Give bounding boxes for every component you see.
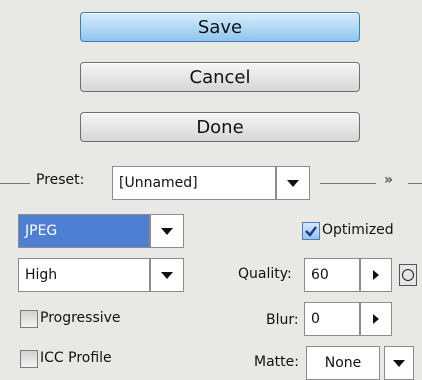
panel-menu-icon[interactable]: » bbox=[384, 172, 393, 188]
preset-divider-right-end bbox=[408, 183, 422, 184]
matte-value: None bbox=[324, 355, 362, 371]
mask-circle-icon bbox=[402, 269, 414, 281]
checkmark-icon bbox=[305, 226, 317, 237]
file-format-dropdown-button[interactable] bbox=[150, 214, 184, 248]
quality-value: 60 bbox=[311, 267, 329, 283]
done-button-label: Done bbox=[196, 116, 244, 138]
triangle-right-icon bbox=[373, 314, 379, 324]
chevron-down-icon bbox=[161, 271, 173, 279]
blur-label: Blur: bbox=[266, 312, 299, 328]
done-button[interactable]: Done bbox=[80, 112, 360, 142]
compression-quality-value: High bbox=[25, 267, 58, 283]
chevron-down-icon bbox=[287, 179, 299, 187]
quality-mask-button[interactable] bbox=[399, 264, 417, 286]
icc-profile-label: ICC Profile bbox=[40, 350, 112, 366]
save-button-label: Save bbox=[197, 16, 243, 38]
preset-divider-right bbox=[320, 183, 376, 184]
preset-dropdown-button[interactable] bbox=[276, 166, 310, 200]
optimized-checkbox[interactable] bbox=[302, 222, 320, 240]
matte-label: Matte: bbox=[254, 354, 299, 370]
blur-input[interactable]: 0 bbox=[304, 302, 360, 336]
preset-value: [Unnamed] bbox=[119, 175, 198, 191]
preset-label: Preset: bbox=[36, 172, 85, 188]
blur-slider-button[interactable] bbox=[360, 302, 392, 336]
quality-input[interactable]: 60 bbox=[304, 258, 360, 292]
compression-quality-dropdown-button[interactable] bbox=[150, 258, 184, 292]
progressive-label: Progressive bbox=[40, 310, 121, 326]
cancel-button-label: Cancel bbox=[189, 66, 251, 88]
matte-dropdown-button[interactable] bbox=[384, 346, 414, 380]
icc-profile-checkbox[interactable] bbox=[20, 350, 38, 368]
file-format-select[interactable]: JPEG bbox=[18, 214, 150, 248]
preset-divider-left bbox=[0, 183, 30, 184]
chevron-down-icon bbox=[393, 359, 405, 367]
progressive-checkbox[interactable] bbox=[20, 310, 38, 328]
matte-select[interactable]: None bbox=[306, 346, 380, 380]
compression-quality-select[interactable]: High bbox=[18, 258, 150, 292]
chevron-down-icon bbox=[161, 227, 173, 235]
blur-value: 0 bbox=[311, 311, 320, 327]
triangle-right-icon bbox=[373, 270, 379, 280]
quality-label: Quality: bbox=[238, 266, 292, 282]
cancel-button[interactable]: Cancel bbox=[80, 62, 360, 92]
file-format-value: JPEG bbox=[25, 223, 58, 239]
save-button[interactable]: Save bbox=[80, 12, 360, 42]
optimized-label: Optimized bbox=[322, 222, 394, 238]
quality-slider-button[interactable] bbox=[360, 258, 392, 292]
preset-select[interactable]: [Unnamed] bbox=[112, 166, 276, 200]
